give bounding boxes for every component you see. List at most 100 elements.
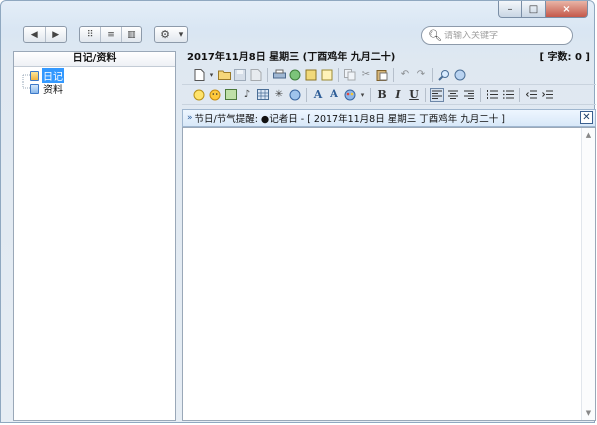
table-icon[interactable] bbox=[256, 88, 270, 102]
outdent-icon[interactable] bbox=[524, 88, 538, 102]
bullet-list-glyph bbox=[502, 90, 514, 99]
numbered-list-glyph bbox=[486, 90, 498, 99]
panel-title: 日记/资料 bbox=[14, 52, 175, 67]
editor-text-area[interactable]: ▲ ▼ bbox=[182, 127, 596, 421]
list-view-button[interactable]: ≡ bbox=[100, 27, 120, 42]
align-center-glyph bbox=[448, 90, 458, 99]
maximize-button[interactable]: □ bbox=[522, 1, 546, 18]
toolbar-divider bbox=[425, 87, 426, 102]
vertical-scrollbar[interactable]: ▲ ▼ bbox=[581, 128, 595, 420]
align-right-icon[interactable] bbox=[462, 88, 476, 102]
tag-glyph bbox=[289, 89, 301, 100]
redo-icon[interactable]: ↷ bbox=[414, 68, 428, 82]
tree-connector-lines bbox=[22, 74, 30, 82]
gear-icon: ⚙ bbox=[160, 28, 170, 41]
chevron-down-icon[interactable]: ▾ bbox=[208, 68, 215, 82]
import-icon[interactable] bbox=[320, 68, 334, 82]
column-view-button[interactable]: ▥ bbox=[120, 27, 141, 42]
table-glyph bbox=[257, 89, 269, 100]
replace-icon[interactable] bbox=[453, 68, 467, 82]
format-toolbar: ♪ ✳ A A ▾ B I U bbox=[182, 85, 596, 105]
toolbar-divider bbox=[370, 87, 371, 102]
outdent-glyph bbox=[525, 90, 537, 99]
word-count: [ 字数: 0 ] bbox=[539, 52, 590, 63]
copy-icon[interactable] bbox=[343, 68, 357, 82]
current-date: 2017年11月8日 星期三 (丁酉鸡年 九月二十) bbox=[187, 52, 396, 63]
paste-icon[interactable] bbox=[375, 68, 389, 82]
italic-button[interactable]: I bbox=[391, 88, 405, 102]
numbered-list-icon[interactable] bbox=[485, 88, 499, 102]
icon-view-button[interactable]: ⠿ bbox=[80, 27, 100, 42]
save-as-icon[interactable] bbox=[249, 68, 263, 82]
caption-buttons: – □ × bbox=[498, 1, 588, 18]
editor-area: 2017年11月8日 星期三 (丁酉鸡年 九月二十) [ 字数: 0 ] ▾ ✂… bbox=[182, 51, 596, 421]
new-document-icon[interactable] bbox=[192, 68, 206, 82]
cut-icon[interactable]: ✂ bbox=[359, 68, 373, 82]
emoticon-glyph bbox=[209, 89, 221, 100]
editor-info-bar: 2017年11月8日 星期三 (丁酉鸡年 九月二十) [ 字数: 0 ] bbox=[182, 51, 596, 65]
find-icon[interactable] bbox=[437, 68, 451, 82]
bullet-list-icon[interactable] bbox=[501, 88, 515, 102]
export-icon[interactable] bbox=[304, 68, 318, 82]
toolbar-divider bbox=[393, 67, 394, 82]
tree-connector bbox=[18, 69, 30, 82]
font-color-icon[interactable] bbox=[343, 88, 357, 102]
indent-icon[interactable] bbox=[540, 88, 554, 102]
search-input[interactable] bbox=[443, 30, 562, 41]
scroll-up-icon[interactable]: ▲ bbox=[582, 129, 595, 141]
scroll-down-icon[interactable]: ▼ bbox=[582, 407, 595, 419]
tag-icon[interactable] bbox=[288, 88, 302, 102]
save-icon[interactable] bbox=[233, 68, 247, 82]
bold-button[interactable]: B bbox=[375, 88, 389, 102]
category-tree: 日记 资料 bbox=[14, 67, 175, 96]
double-chevron-icon: » bbox=[187, 113, 193, 123]
settings-menu-button[interactable]: ⚙ ▾ bbox=[154, 26, 188, 43]
search-icon: 🔍︎ bbox=[428, 29, 442, 42]
align-center-icon[interactable] bbox=[446, 88, 460, 102]
import-glyph bbox=[321, 69, 333, 80]
replace-glyph bbox=[454, 69, 466, 80]
font-button[interactable]: A bbox=[311, 88, 325, 102]
close-button[interactable]: × bbox=[546, 1, 588, 18]
align-right-glyph bbox=[464, 90, 474, 99]
minimize-button[interactable]: – bbox=[498, 1, 522, 18]
toolbar-divider bbox=[480, 87, 481, 102]
undo-icon[interactable]: ↶ bbox=[398, 68, 412, 82]
save-as-glyph bbox=[250, 68, 262, 81]
nav-button-group: ◀ ▶ bbox=[23, 26, 67, 43]
underline-button[interactable]: U bbox=[407, 88, 421, 102]
forward-button[interactable]: ▶ bbox=[44, 27, 67, 42]
font-size-button[interactable]: A bbox=[327, 88, 341, 102]
toolbar-divider bbox=[306, 87, 307, 102]
toolbar-divider bbox=[338, 67, 339, 82]
snowflake-icon[interactable]: ✳ bbox=[272, 88, 286, 102]
music-note-icon[interactable]: ♪ bbox=[240, 88, 254, 102]
search-box[interactable]: 🔍︎ bbox=[421, 26, 573, 45]
close-reminder-button[interactable]: ✕ bbox=[580, 111, 593, 124]
emoticon-icon[interactable] bbox=[208, 88, 222, 102]
recycle-icon[interactable] bbox=[288, 68, 302, 82]
export-glyph bbox=[305, 69, 317, 80]
recycle-glyph bbox=[289, 69, 301, 80]
back-button[interactable]: ◀ bbox=[24, 27, 45, 42]
app-window: – □ × ◀ ▶ ⠿ ≡ ▥ ⚙ ▾ 🔍︎ 日记/资料 bbox=[0, 0, 596, 423]
tree-item-notes[interactable]: 资料 bbox=[18, 82, 175, 96]
indent-glyph bbox=[541, 90, 553, 99]
save-glyph bbox=[234, 68, 246, 81]
open-folder-icon[interactable] bbox=[217, 68, 231, 82]
tree-connector-lines bbox=[22, 82, 30, 89]
tree-connector bbox=[18, 82, 30, 95]
find-glyph bbox=[438, 69, 449, 81]
folder-glyph bbox=[217, 70, 231, 80]
align-left-glyph bbox=[432, 90, 442, 99]
copy-glyph bbox=[344, 68, 356, 80]
print-icon[interactable] bbox=[272, 68, 286, 82]
toolbar-divider bbox=[267, 67, 268, 82]
insert-image-icon[interactable] bbox=[224, 88, 238, 102]
bulb-icon[interactable] bbox=[192, 88, 206, 102]
align-left-icon[interactable] bbox=[430, 87, 444, 102]
bulb-glyph bbox=[193, 89, 205, 100]
edit-toolbar: ▾ ✂ ↶ ↷ bbox=[182, 65, 596, 85]
chevron-down-icon[interactable]: ▾ bbox=[359, 88, 366, 102]
new-document-glyph bbox=[194, 68, 204, 81]
